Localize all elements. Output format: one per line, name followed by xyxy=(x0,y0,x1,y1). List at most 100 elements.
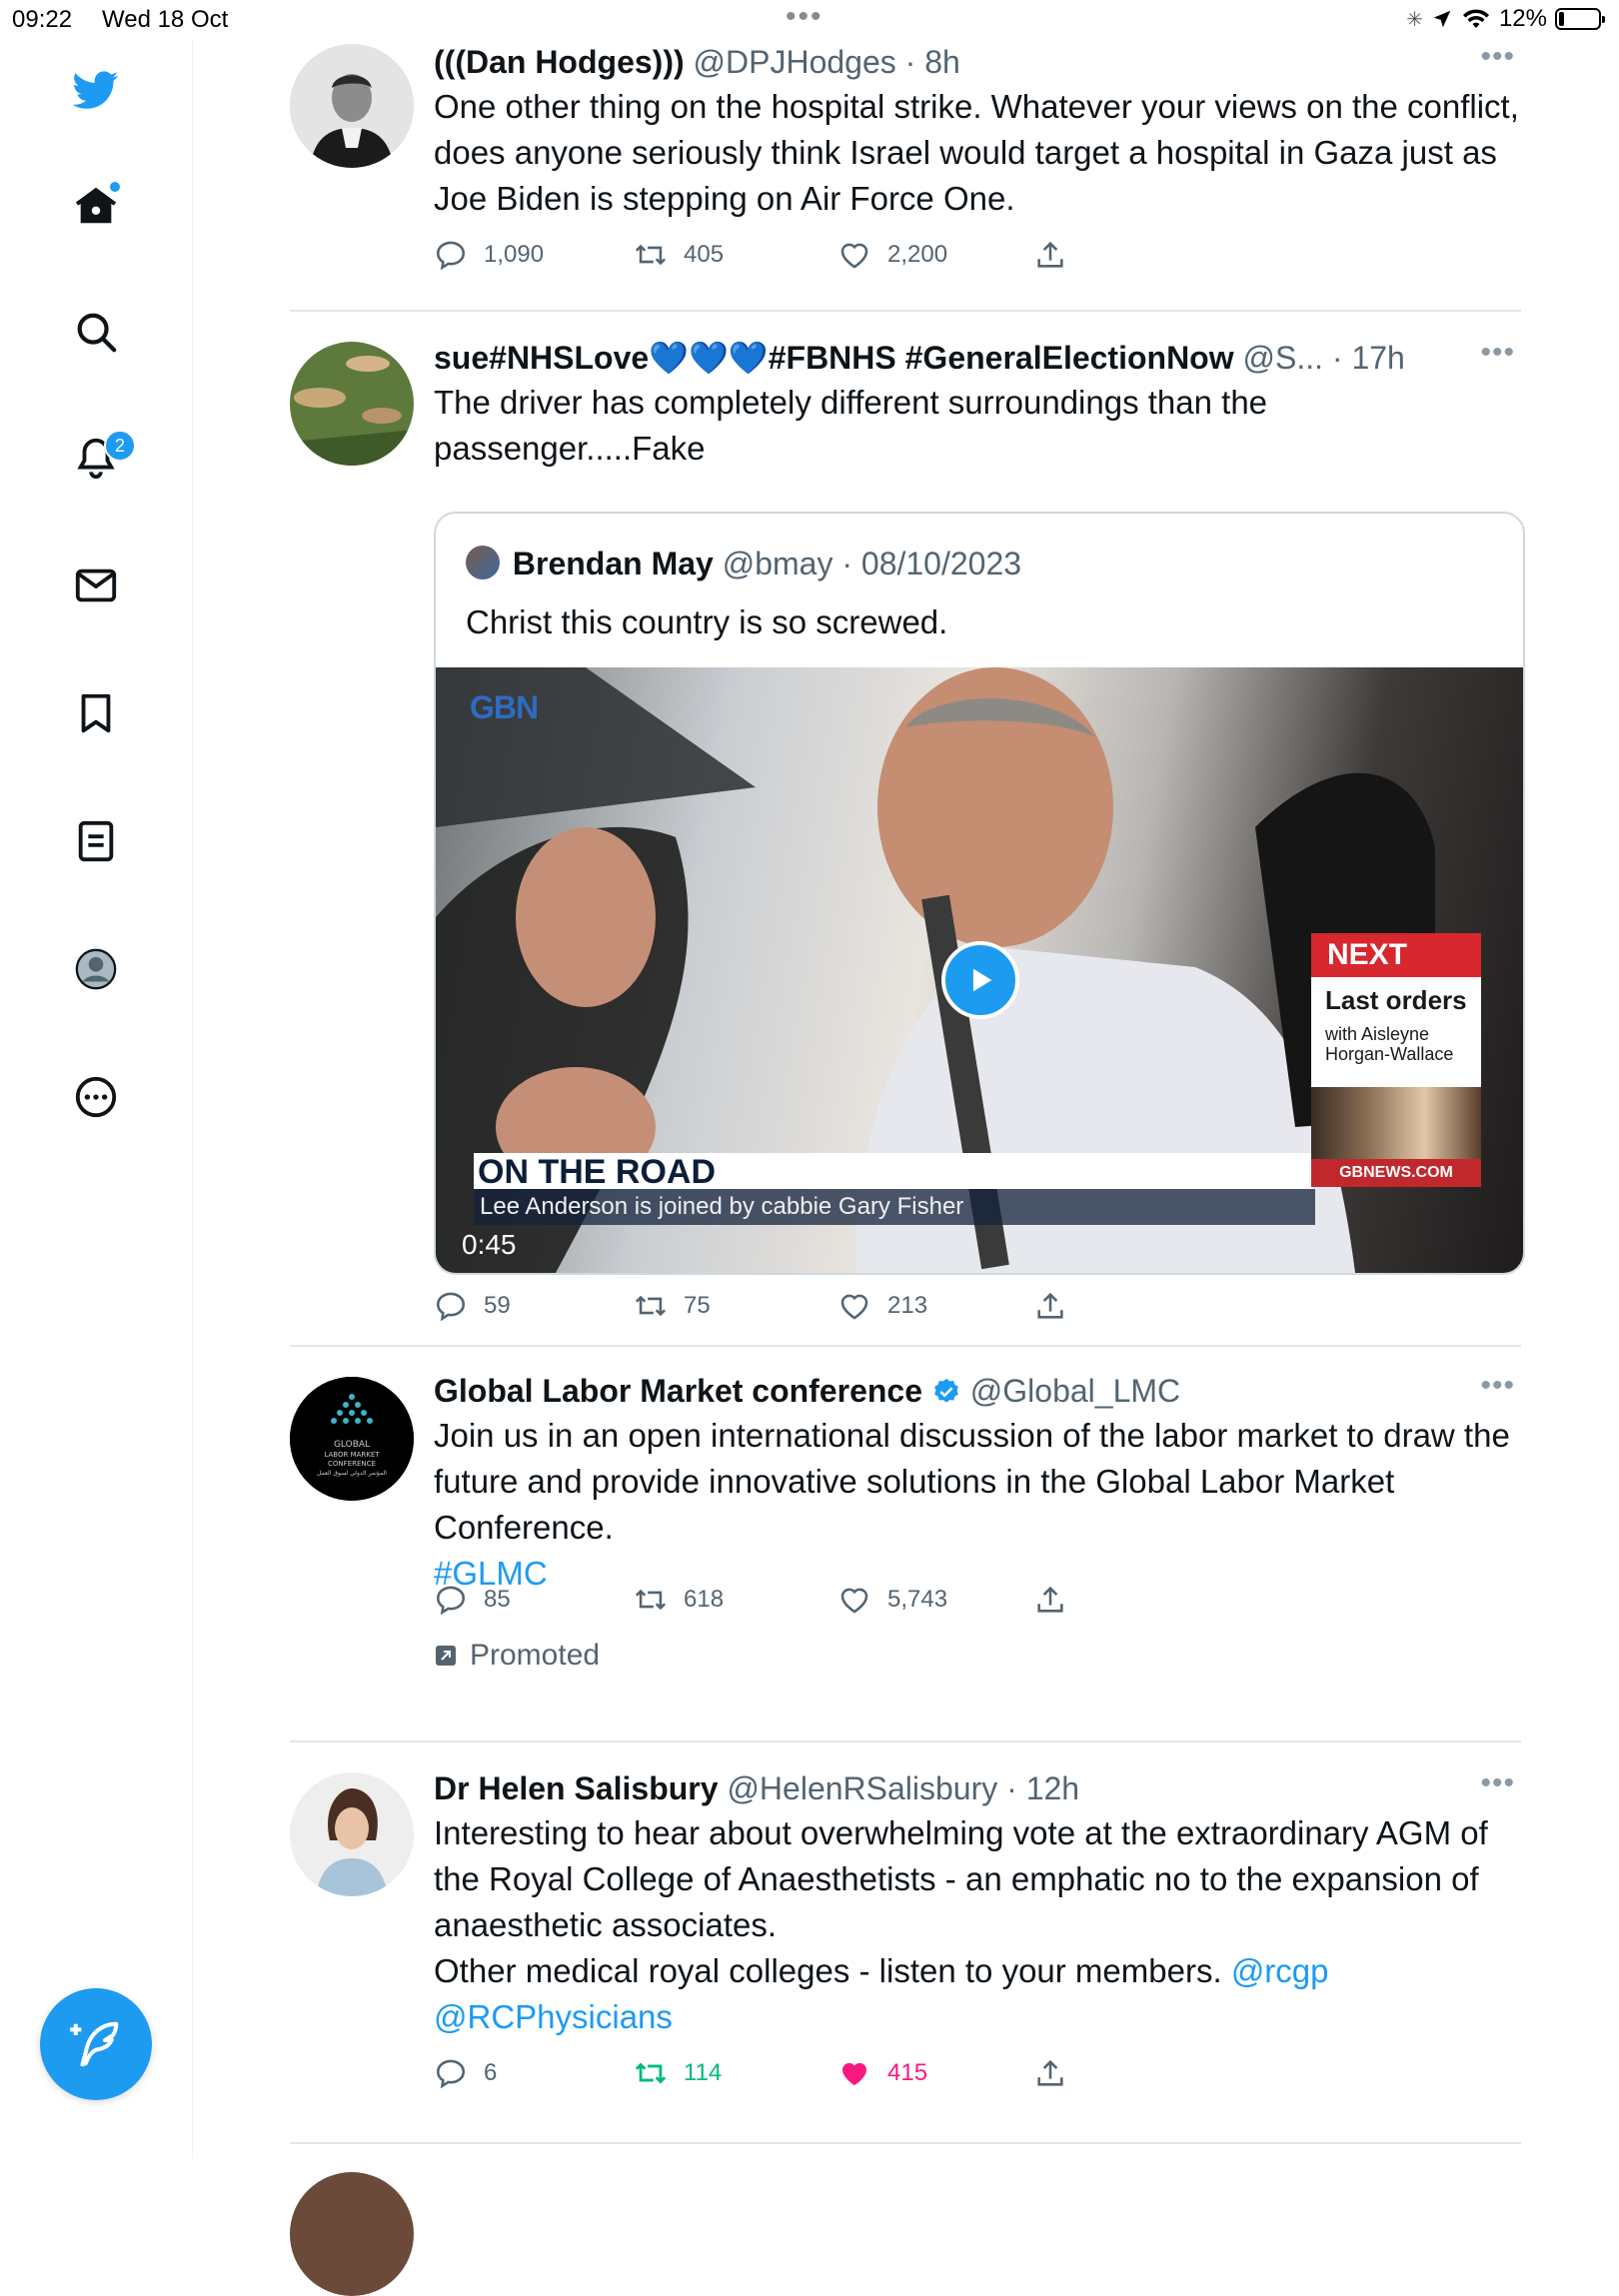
more-circle-icon xyxy=(75,1076,117,1118)
promoted-label: Promoted xyxy=(434,1639,600,1673)
author-name[interactable]: Global Labor Market conference xyxy=(434,1373,922,1409)
author-name[interactable]: (((Dan Hodges))) xyxy=(434,44,685,80)
video-player[interactable]: GBN ON THE ROAD Lee Anderson is joined b… xyxy=(436,667,1523,1273)
author-handle[interactable]: @Global_LMC xyxy=(970,1373,1180,1409)
separator-dot: · xyxy=(1323,340,1352,376)
tweet-time[interactable]: 12h xyxy=(1026,1770,1079,1806)
quote-text: Christ this country is so screwed. xyxy=(466,603,948,640)
battery-icon xyxy=(1555,8,1605,30)
sidebar-item-lists[interactable] xyxy=(66,811,126,871)
sidebar-item-messages[interactable] xyxy=(66,556,126,615)
quoted-tweet[interactable]: Brendan May @bmay · 08/10/2023 Christ th… xyxy=(434,512,1525,1275)
share-button[interactable] xyxy=(1033,238,1067,272)
author-name[interactable]: sue#NHSLove💙💙💙#FBNHS #GeneralElectionNow xyxy=(434,340,1234,376)
author-name[interactable]: Dr Helen Salisbury xyxy=(434,1770,719,1806)
sidebar-item-notifications[interactable]: 2 xyxy=(66,428,136,488)
like-count: 415 xyxy=(887,2059,928,2086)
avatar[interactable] xyxy=(290,44,414,168)
notification-badge: 2 xyxy=(104,430,136,462)
share-icon xyxy=(1037,1586,1063,1613)
retweet-button-active[interactable]: 114 xyxy=(634,2056,722,2090)
retweet-button[interactable]: 618 xyxy=(634,1583,724,1617)
tweet-more-button[interactable]: ••• xyxy=(1480,1766,1515,1800)
sidebar-item-profile[interactable] xyxy=(66,939,126,999)
tweet-next-partial[interactable] xyxy=(290,2144,1521,2296)
author-handle[interactable]: @DPJHodges xyxy=(694,44,896,80)
author-handle[interactable]: @S... xyxy=(1243,340,1324,376)
tweet-text-line2: Other medical royal colleges - listen to… xyxy=(434,1948,1521,2040)
retweet-count: 75 xyxy=(684,1292,711,1319)
like-button[interactable]: 213 xyxy=(837,1289,927,1323)
multitasking-dots-icon[interactable]: ••• xyxy=(786,0,823,34)
tweet-more-button[interactable]: ••• xyxy=(1480,336,1515,370)
reply-count: 1,090 xyxy=(484,241,545,268)
up-next-thumbnail: GBNEWS.COM xyxy=(1311,1087,1481,1187)
svg-text:CONFERENCE: CONFERENCE xyxy=(328,1460,376,1468)
tweet-actions: 59 75 213 xyxy=(434,1289,1133,1329)
up-next-body: Last orders with Aisleyne Horgan-Wallace xyxy=(1311,977,1481,1087)
avatar[interactable] xyxy=(290,1772,414,1896)
tweet-more-button[interactable]: ••• xyxy=(1480,1369,1515,1403)
tweet-text-2: Other medical royal colleges - listen to… xyxy=(434,1952,1222,1989)
like-button-active[interactable]: 415 xyxy=(837,2056,927,2090)
tweet[interactable]: sue#NHSLove💙💙💙#FBNHS #GeneralElectionNow… xyxy=(290,312,1525,1347)
share-button[interactable] xyxy=(1033,1289,1067,1323)
retweet-icon xyxy=(635,1295,667,1317)
status-time: 09:22 xyxy=(12,6,73,33)
tweet-promoted[interactable]: GLOBAL LABOR MARKET CONFERENCE المؤتمر ا… xyxy=(290,1347,1521,1742)
quote-avatar[interactable] xyxy=(466,546,500,579)
sidebar-item-home[interactable] xyxy=(66,176,126,236)
share-button[interactable] xyxy=(1033,2056,1067,2090)
tweet-text: The driver has completely different surr… xyxy=(434,384,1268,467)
compose-tweet-button[interactable] xyxy=(40,1988,152,2100)
tweet-time[interactable]: 17h xyxy=(1351,340,1404,376)
author-handle[interactable]: @HelenRSalisbury xyxy=(727,1770,997,1806)
status-bar: 09:22 Wed 18 Oct ••• ✳ 12% xyxy=(0,0,1619,40)
heart-icon xyxy=(840,1294,868,1320)
avatar[interactable]: GLOBAL LABOR MARKET CONFERENCE المؤتمر ا… xyxy=(290,1377,414,1501)
sidebar-item-bookmarks[interactable] xyxy=(66,683,126,743)
avatar-photo xyxy=(290,342,414,466)
quote-author-name[interactable]: Brendan May xyxy=(513,546,714,581)
quote-author-handle[interactable]: @bmay xyxy=(723,546,833,581)
avatar[interactable] xyxy=(290,342,414,466)
up-next-label: NEXT xyxy=(1311,933,1481,977)
tweet-more-button[interactable]: ••• xyxy=(1480,40,1515,74)
svg-text:LABOR MARKET: LABOR MARKET xyxy=(324,1451,380,1459)
retweet-count: 114 xyxy=(684,2059,723,2086)
share-icon xyxy=(1037,1292,1063,1319)
tweet-text: Interesting to hear about overwhelming v… xyxy=(434,1814,1488,1943)
mention-link[interactable]: @RCPhysicians xyxy=(434,1998,673,2035)
tweet-time[interactable]: 8h xyxy=(924,44,960,80)
reply-button[interactable]: 6 xyxy=(434,2056,497,2090)
sidebar-item-more[interactable] xyxy=(66,1067,126,1127)
tweet-text: One other thing on the hospital strike. … xyxy=(434,88,1519,217)
tweet[interactable]: (((Dan Hodges))) @DPJHodges · 8h ••• One… xyxy=(290,40,1521,312)
glmc-logo: GLOBAL LABOR MARKET CONFERENCE المؤتمر ا… xyxy=(290,1377,414,1501)
reply-button[interactable]: 1,090 xyxy=(434,238,544,272)
twitter-logo[interactable] xyxy=(66,60,126,120)
bookmark-icon xyxy=(81,693,111,733)
mention-link[interactable]: @rcgp xyxy=(1231,1952,1329,1989)
reply-count: 6 xyxy=(484,2059,498,2086)
sidebar-item-explore[interactable] xyxy=(66,302,126,362)
like-button[interactable]: 5,743 xyxy=(837,1583,947,1617)
battery-percent: 12% xyxy=(1498,5,1547,32)
reply-count: 85 xyxy=(484,1586,511,1613)
tweet[interactable]: Dr Helen Salisbury @HelenRSalisbury · 12… xyxy=(290,1742,1521,2144)
retweet-icon xyxy=(635,2062,667,2084)
retweet-button[interactable]: 75 xyxy=(634,1289,711,1323)
location-arrow-icon xyxy=(1433,10,1451,28)
retweet-button[interactable]: 405 xyxy=(634,238,724,272)
reply-button[interactable]: 59 xyxy=(434,1289,511,1323)
like-count: 2,200 xyxy=(887,241,948,268)
like-button[interactable]: 2,200 xyxy=(837,238,947,272)
video-duration: 0:45 xyxy=(462,1229,517,1260)
quote-date[interactable]: 08/10/2023 xyxy=(861,546,1021,581)
share-button[interactable] xyxy=(1033,1583,1067,1617)
retweet-count: 405 xyxy=(684,241,725,268)
play-button[interactable] xyxy=(941,941,1019,1019)
reply-button[interactable]: 85 xyxy=(434,1583,511,1617)
status-date: Wed 18 Oct xyxy=(102,6,229,33)
avatar[interactable] xyxy=(290,2172,414,2296)
